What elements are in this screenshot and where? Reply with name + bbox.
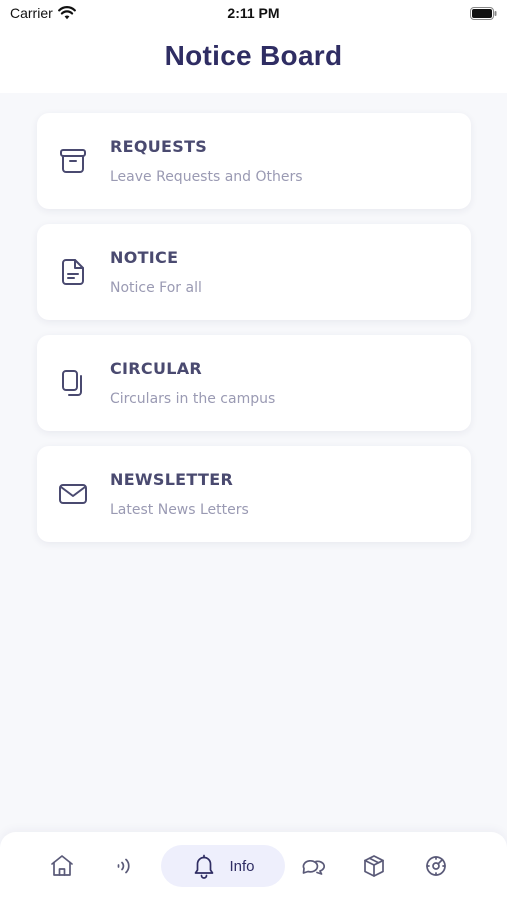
cube-icon (364, 855, 384, 877)
copy-icon (58, 368, 88, 398)
nav-info[interactable]: Info (161, 845, 285, 887)
bottom-nav: Info (0, 832, 507, 900)
bell-icon (195, 854, 214, 879)
nav-home[interactable] (47, 851, 77, 881)
mail-icon (58, 479, 88, 509)
header-area: Carrier 2:11 PM Notice Board (0, 0, 507, 93)
status-time: 2:11 PM (227, 5, 280, 21)
battery-icon (470, 7, 497, 20)
page-title: Notice Board (164, 40, 343, 71)
nav-settings[interactable] (421, 851, 451, 881)
card-subtitle: Notice For all (110, 280, 202, 296)
nav-chat[interactable] (297, 851, 327, 881)
nav-info-label: Info (229, 857, 255, 875)
home-icon (51, 855, 73, 876)
newsletter-card[interactable]: NEWSLETTER Latest News Letters (37, 446, 471, 542)
notice-card[interactable]: NOTICE Notice For all (37, 224, 471, 320)
card-subtitle: Leave Requests and Others (110, 169, 303, 185)
circular-card[interactable]: CIRCULAR Circulars in the campus (37, 335, 471, 431)
card-subtitle: Latest News Letters (110, 502, 249, 518)
card-title: REQUESTS (110, 137, 208, 156)
card-title: NOTICE (110, 248, 179, 267)
notice-board-screen: Carrier 2:11 PM Notice Board REQUESTS Le… (0, 0, 507, 900)
card-title: NEWSLETTER (110, 470, 234, 489)
nav-broadcast[interactable] (109, 851, 139, 881)
wireless-icon (117, 858, 130, 874)
nav-package[interactable] (359, 851, 389, 881)
status-bar: Carrier 2:11 PM (0, 0, 507, 28)
menu-list: REQUESTS Leave Requests and Others NOTIC… (37, 113, 471, 557)
card-subtitle: Circulars in the campus (110, 391, 276, 407)
card-title: CIRCULAR (110, 359, 203, 378)
archive-icon (58, 146, 88, 176)
settings-icon (426, 856, 446, 876)
document-icon (58, 257, 88, 287)
chat-icon (302, 860, 325, 875)
requests-card[interactable]: REQUESTS Leave Requests and Others (37, 113, 471, 209)
